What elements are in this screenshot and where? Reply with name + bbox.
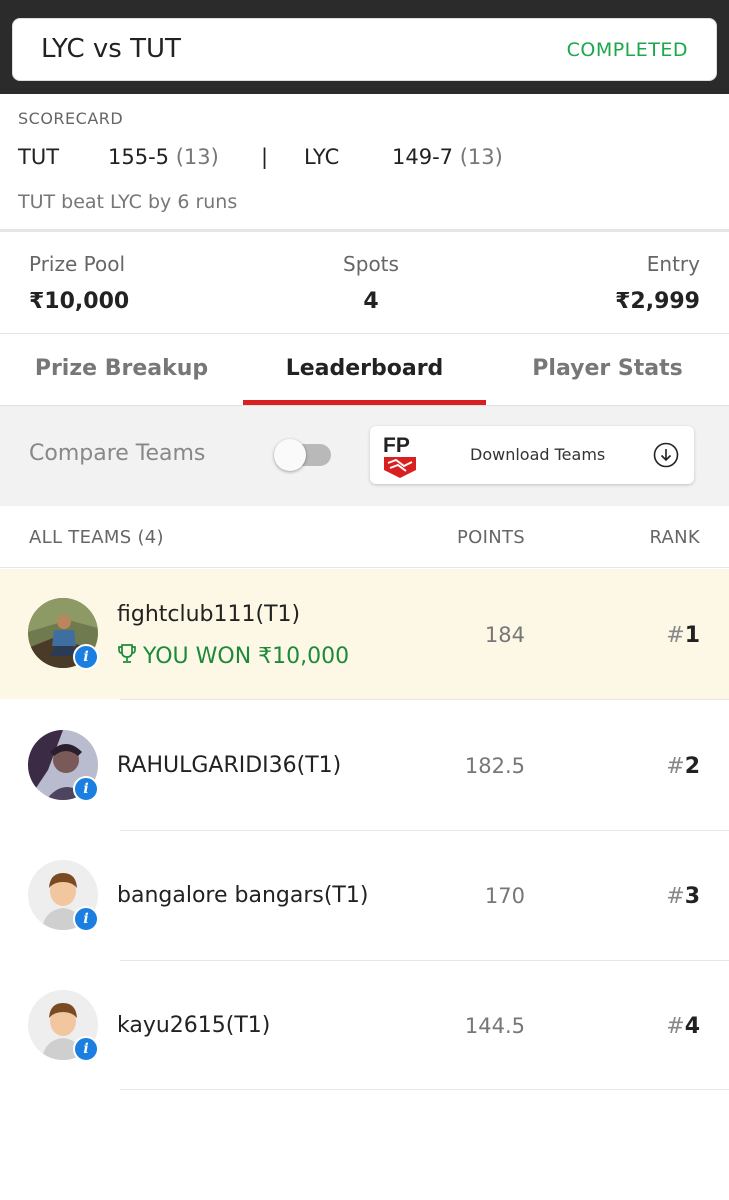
won-amount: YOU WON ₹10,000 bbox=[117, 643, 349, 669]
contest-tabs: Prize Breakup Leaderboard Player Stats bbox=[0, 334, 729, 406]
spots-label: Spots bbox=[343, 252, 399, 276]
row-divider bbox=[120, 1089, 729, 1090]
team-points: 184 bbox=[484, 623, 525, 647]
trophy-icon bbox=[118, 644, 136, 663]
info-icon[interactable]: i bbox=[73, 644, 99, 670]
download-icon bbox=[653, 442, 679, 468]
compare-teams-label: Compare Teams bbox=[29, 441, 206, 466]
team2-name: LYC bbox=[304, 145, 340, 169]
leaderboard-header: ALL TEAMS (4) POINTS RANK bbox=[0, 506, 729, 568]
match-card: LYC vs TUT COMPLETED bbox=[12, 18, 717, 81]
team1-score: 155-5 (13) bbox=[108, 145, 219, 169]
top-bar: LYC vs TUT COMPLETED bbox=[0, 0, 729, 94]
leaderboard-row[interactable]: i bangalore bangars(T1) 170 #3 bbox=[0, 830, 729, 960]
team-name: bangalore bangars(T1) bbox=[117, 883, 369, 908]
match-result: TUT beat LYC by 6 runs bbox=[18, 191, 238, 213]
contest-info: Prize Pool ₹10,000 Spots 4 Entry ₹2,999 bbox=[0, 234, 729, 334]
score-separator: | bbox=[261, 145, 269, 169]
scorecard-label: SCORECARD bbox=[18, 109, 124, 128]
rank-header: RANK bbox=[649, 527, 700, 548]
all-teams-header: ALL TEAMS (4) bbox=[29, 527, 164, 548]
team-rank: #2 bbox=[666, 754, 700, 779]
scorecard: SCORECARD TUT 155-5 (13) | LYC 149-7 (13… bbox=[0, 94, 729, 232]
team-name: fightclub111(T1) bbox=[117, 602, 301, 627]
team-points: 170 bbox=[484, 884, 525, 908]
match-title: LYC vs TUT bbox=[41, 34, 181, 64]
download-teams-button[interactable]: FP Download Teams bbox=[370, 426, 694, 484]
team2-score: 149-7 (13) bbox=[392, 145, 503, 169]
team-name: RAHULGARIDI36(T1) bbox=[117, 753, 342, 778]
fp-logo-icon: FP bbox=[383, 434, 416, 478]
download-teams-label: Download Teams bbox=[470, 445, 606, 464]
active-tab-indicator bbox=[243, 400, 486, 405]
leaderboard-row[interactable]: i RAHULGARIDI36(T1) 182.5 #2 bbox=[0, 700, 729, 830]
team-rank: #3 bbox=[666, 884, 700, 909]
info-icon[interactable]: i bbox=[73, 776, 99, 802]
match-status-badge: COMPLETED bbox=[566, 39, 688, 61]
info-icon[interactable]: i bbox=[73, 906, 99, 932]
info-icon[interactable]: i bbox=[73, 1036, 99, 1062]
team-points: 182.5 bbox=[464, 754, 525, 778]
entry-label: Entry bbox=[646, 252, 700, 276]
points-header: POINTS bbox=[456, 527, 525, 548]
entry-value: ₹2,999 bbox=[615, 289, 700, 314]
team-rank: #4 bbox=[666, 1014, 700, 1039]
leaderboard-row[interactable]: i fightclub111(T1) YOU WON ₹10,000 184 #… bbox=[0, 569, 729, 699]
tab-prize-breakup[interactable]: Prize Breakup bbox=[0, 334, 243, 406]
team-points: 144.5 bbox=[464, 1014, 525, 1038]
team-name: kayu2615(T1) bbox=[117, 1013, 271, 1038]
team1-name: TUT bbox=[18, 145, 60, 169]
svg-text:FP: FP bbox=[383, 434, 410, 457]
toggle-knob[interactable] bbox=[274, 439, 306, 471]
tab-player-stats[interactable]: Player Stats bbox=[486, 334, 729, 406]
team-rank: #1 bbox=[666, 623, 700, 648]
tab-leaderboard[interactable]: Leaderboard bbox=[243, 334, 486, 406]
leaderboard-row[interactable]: i kayu2615(T1) 144.5 #4 bbox=[0, 960, 729, 1090]
